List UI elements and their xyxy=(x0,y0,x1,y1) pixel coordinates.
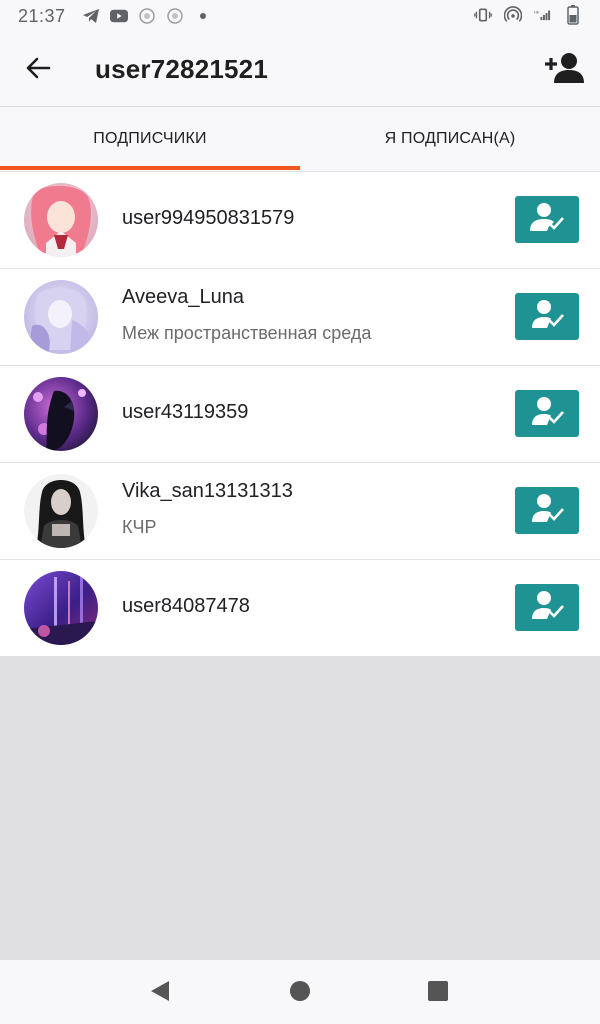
battery-icon xyxy=(564,5,582,25)
list-item[interactable]: user994950831579 xyxy=(0,172,600,269)
user-status: Меж пространственная среда xyxy=(122,323,372,343)
list-item[interactable]: user43119359 xyxy=(0,366,600,463)
add-person-icon xyxy=(544,52,584,89)
user-check-icon xyxy=(529,396,565,431)
user-name: user43119359 xyxy=(122,401,249,423)
user-status: КЧР xyxy=(122,517,157,537)
user-name: user994950831579 xyxy=(122,207,295,229)
user-name: user84087478 xyxy=(122,595,250,617)
status-right-icons: HE xyxy=(474,5,582,25)
list-item[interactable]: user84087478 xyxy=(0,560,600,656)
tab-indicator xyxy=(0,166,300,170)
followers-list: user994950831579 Aveeva_Luna Меж простра… xyxy=(0,172,600,656)
svg-text:HE: HE xyxy=(534,10,540,15)
nav-back-button[interactable] xyxy=(145,978,175,1008)
tab-bar: ПОДПИСЧИКИ Я ПОДПИСАН(А) xyxy=(0,107,600,172)
signal-icon: HE xyxy=(534,7,552,23)
list-item[interactable]: Vika_san13131313 КЧР xyxy=(0,463,600,560)
tab-following[interactable]: Я ПОДПИСАН(А) xyxy=(300,107,600,171)
avatar[interactable] xyxy=(24,280,98,354)
user-check-icon xyxy=(529,590,565,625)
follow-back-button[interactable] xyxy=(515,293,579,340)
avatar[interactable] xyxy=(24,571,98,645)
app-icon xyxy=(166,8,184,24)
page-title: user72821521 xyxy=(95,54,268,84)
hotspot-icon xyxy=(504,6,522,23)
telegram-icon xyxy=(82,8,100,24)
app-bar: user72821521 xyxy=(0,34,600,107)
avatar[interactable] xyxy=(24,377,98,451)
avatar[interactable] xyxy=(24,474,98,548)
app-icon xyxy=(138,8,156,24)
home-circle-icon xyxy=(289,980,311,1007)
follow-back-button[interactable] xyxy=(515,487,579,534)
youtube-icon xyxy=(110,8,128,24)
arrow-left-icon xyxy=(25,57,51,84)
follow-back-button[interactable] xyxy=(515,390,579,437)
nav-recents-button[interactable] xyxy=(423,978,453,1008)
status-bar: 21:37 HE xyxy=(0,0,600,34)
status-left-icons xyxy=(82,8,212,24)
add-friend-button[interactable] xyxy=(542,50,586,90)
status-time: 21:37 xyxy=(18,6,66,26)
nav-home-button[interactable] xyxy=(285,978,315,1008)
list-item[interactable]: Aveeva_Luna Меж пространственная среда xyxy=(0,269,600,366)
user-check-icon xyxy=(529,202,565,237)
vibrate-icon xyxy=(474,7,492,23)
follow-back-button[interactable] xyxy=(515,196,579,243)
user-check-icon xyxy=(529,493,565,528)
avatar[interactable] xyxy=(24,183,98,257)
user-name: Aveeva_Luna xyxy=(122,286,244,308)
tab-followers[interactable]: ПОДПИСЧИКИ xyxy=(0,107,300,171)
dot-icon xyxy=(194,8,212,24)
back-triangle-icon xyxy=(149,979,171,1008)
user-name: Vika_san13131313 xyxy=(122,480,293,502)
system-nav-bar xyxy=(0,960,600,1024)
user-check-icon xyxy=(529,299,565,334)
follow-back-button[interactable] xyxy=(515,584,579,631)
back-button[interactable] xyxy=(18,54,58,86)
recents-square-icon xyxy=(427,980,449,1007)
